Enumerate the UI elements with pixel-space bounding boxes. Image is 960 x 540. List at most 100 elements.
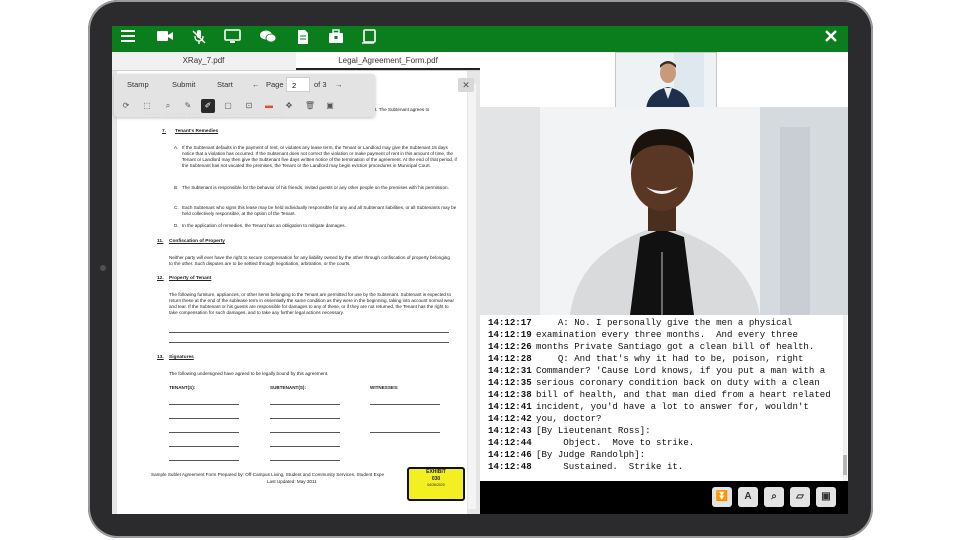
section-7-title: Tenant's Remedies bbox=[175, 129, 219, 134]
page-count: of 3 bbox=[314, 80, 327, 89]
signature-line bbox=[270, 460, 340, 461]
exhibit-number: 030 bbox=[431, 476, 441, 482]
signature-line bbox=[169, 460, 239, 461]
close-document-button[interactable]: ✕ bbox=[458, 78, 474, 92]
exhibit-date: 04/26/2023 bbox=[427, 483, 445, 487]
note-icon[interactable]: ▱ bbox=[790, 487, 810, 507]
top-toolbar bbox=[112, 26, 848, 52]
transcript-line: 14:12:28 Q: And that's why it had to be,… bbox=[488, 353, 804, 364]
signature-line bbox=[270, 446, 340, 447]
select-icon[interactable]: ⬚ bbox=[140, 99, 154, 113]
briefcase-icon[interactable] bbox=[326, 29, 346, 49]
double-chevron-down-icon[interactable]: ⏬ bbox=[712, 487, 732, 507]
section-7-number: 7. bbox=[162, 129, 167, 134]
tenants-header: TENANT(S): bbox=[169, 385, 196, 390]
item-a-text: If the Subtenant defaults in the payment… bbox=[182, 145, 457, 168]
tab-legal-agreement[interactable]: Legal_Agreement_Form.pdf bbox=[296, 52, 480, 70]
signature-line bbox=[370, 432, 440, 433]
main-video-feed[interactable] bbox=[480, 107, 848, 315]
close-icon[interactable] bbox=[821, 29, 841, 49]
annotation-toolbar: Stamp Submit Start ← Page 2 of 3 → ⟳ ⬚ ⌕… bbox=[114, 74, 375, 117]
witnesses-header: WITNESSES: bbox=[370, 385, 399, 390]
doc-top-line-right: t. The Subtenant agrees to bbox=[375, 107, 430, 112]
highlighter-icon[interactable]: ✐ bbox=[201, 99, 215, 113]
transcript-line: 14:12:43 [By Lieutenant Ross]: bbox=[488, 425, 651, 436]
section-12-number: 12. bbox=[157, 276, 164, 281]
tab-xray[interactable]: XRay_7.pdf bbox=[112, 52, 295, 70]
exhibit-label: EXHIBIT bbox=[426, 469, 446, 475]
blank-line bbox=[169, 342, 449, 343]
transcript-line: 14:12:17 A: No. I personally give the me… bbox=[488, 317, 793, 328]
transcript-line: 14:12:46 [By Judge Randolph]: bbox=[488, 449, 646, 460]
signature-line bbox=[270, 418, 340, 419]
stamp-tool-icon[interactable]: ⊡ bbox=[242, 99, 256, 113]
subtenants-header: SUBTENANT(S): bbox=[270, 385, 306, 390]
signature-line bbox=[270, 404, 340, 405]
app-screen: XRay_7.pdf Legal_Agreement_Form.pdf forw… bbox=[112, 26, 848, 514]
transcript-line: 14:12:31 Commander? 'Cause Lord knows, if… bbox=[488, 365, 826, 376]
item-b-text: The Subtenant is responsible for the beh… bbox=[182, 185, 449, 190]
zoom-icon[interactable]: ⌕ bbox=[161, 99, 175, 113]
document-icon[interactable] bbox=[293, 29, 313, 49]
font-icon[interactable]: A bbox=[738, 487, 758, 507]
save-icon[interactable]: ▣ bbox=[816, 487, 836, 507]
section-11-text: Neither party will ever have the right t… bbox=[169, 255, 450, 266]
document-scrollbar[interactable] bbox=[468, 84, 476, 509]
start-button[interactable]: Start bbox=[217, 80, 233, 89]
section-13-title: Signatures bbox=[169, 355, 194, 360]
section-12-text: The following furniture, appliances, or … bbox=[169, 292, 454, 315]
transcript-line: 14:12:26 months Private Santiago got a cl… bbox=[488, 341, 815, 352]
transcript-toolbar: ⏬ A ⌕ ▱ ▣ bbox=[480, 481, 848, 514]
signature-line bbox=[270, 432, 340, 433]
item-c-text: Each Subtenant who signs this lease may … bbox=[182, 205, 457, 216]
pen-icon[interactable]: ✎ bbox=[181, 99, 195, 113]
signature-line bbox=[370, 404, 440, 405]
transcript-scroll-thumb[interactable] bbox=[843, 455, 847, 475]
signature-line bbox=[169, 446, 239, 447]
submit-button[interactable]: Submit bbox=[172, 80, 195, 89]
trash-icon[interactable]: 🗑 bbox=[303, 99, 317, 113]
transcript-line: 14:12:42 you, doctor? bbox=[488, 413, 602, 424]
transcript-line: 14:12:38 bill of health, and that man die… bbox=[488, 389, 831, 400]
rectangle-icon[interactable]: ▢ bbox=[221, 99, 235, 113]
document-viewer: forward any monies, provided to him by t… bbox=[112, 71, 480, 514]
chat-icon[interactable] bbox=[258, 29, 278, 49]
item-d-text: In the application of remedies, the Tena… bbox=[182, 223, 346, 228]
tablet-icon[interactable] bbox=[359, 29, 379, 49]
move-icon[interactable]: ✥ bbox=[282, 99, 296, 113]
search-icon[interactable]: ⌕ bbox=[764, 487, 784, 507]
transcript-scrollbar[interactable] bbox=[843, 315, 847, 481]
signature-line bbox=[169, 418, 239, 419]
next-page-icon[interactable]: → bbox=[335, 80, 343, 89]
monitor-icon[interactable] bbox=[222, 29, 242, 49]
save-icon[interactable]: ▣ bbox=[323, 99, 337, 113]
transcript-line: 14:12:44 Object. Move to strike. bbox=[488, 437, 695, 448]
section-12-title: Property of Tenant bbox=[169, 276, 212, 281]
section-13-number: 13. bbox=[157, 355, 164, 360]
exhibit-sticker[interactable]: EXHIBIT 030 04/26/2023 bbox=[407, 467, 465, 501]
transcript-line: 14:12:41 incident, you'd have a lot to an… bbox=[488, 401, 809, 412]
signature-line bbox=[169, 432, 239, 433]
live-transcript: 14:12:17 A: No. I personally give the me… bbox=[480, 315, 848, 481]
microphone-muted-icon[interactable] bbox=[189, 29, 209, 49]
transcript-line: 14:12:48 Sustained. Strike it. bbox=[488, 461, 684, 472]
section-11-title: Confiscation of Property bbox=[169, 239, 225, 244]
remote-participant-thumbnail[interactable] bbox=[615, 52, 717, 110]
video-camera-icon[interactable] bbox=[155, 29, 175, 49]
section-11-number: 11. bbox=[157, 239, 164, 244]
section-13-text: The following undersigned have agreed to… bbox=[169, 371, 329, 376]
doc-footer-line2: Last Updated: May 2011 bbox=[267, 479, 317, 484]
redact-icon[interactable]: ▬ bbox=[262, 99, 276, 113]
blank-line bbox=[169, 332, 449, 333]
pdf-page: forward any monies, provided to him by t… bbox=[117, 71, 467, 514]
previous-page-icon[interactable]: ← bbox=[252, 80, 260, 89]
transcript-line: 14:12:19 examination every three months. … bbox=[488, 329, 798, 340]
page-number-input[interactable]: 2 bbox=[286, 77, 310, 92]
stamp-button[interactable]: Stamp bbox=[127, 80, 149, 89]
document-tabs: XRay_7.pdf Legal_Agreement_Form.pdf bbox=[112, 52, 480, 71]
tablet-camera bbox=[100, 265, 106, 271]
menu-icon[interactable] bbox=[118, 29, 138, 49]
page-label: Page bbox=[266, 80, 284, 89]
doc-footer-line1: Sample Sublet Agreement Form Prepared by… bbox=[151, 472, 385, 477]
refresh-icon[interactable]: ⟳ bbox=[119, 99, 133, 113]
